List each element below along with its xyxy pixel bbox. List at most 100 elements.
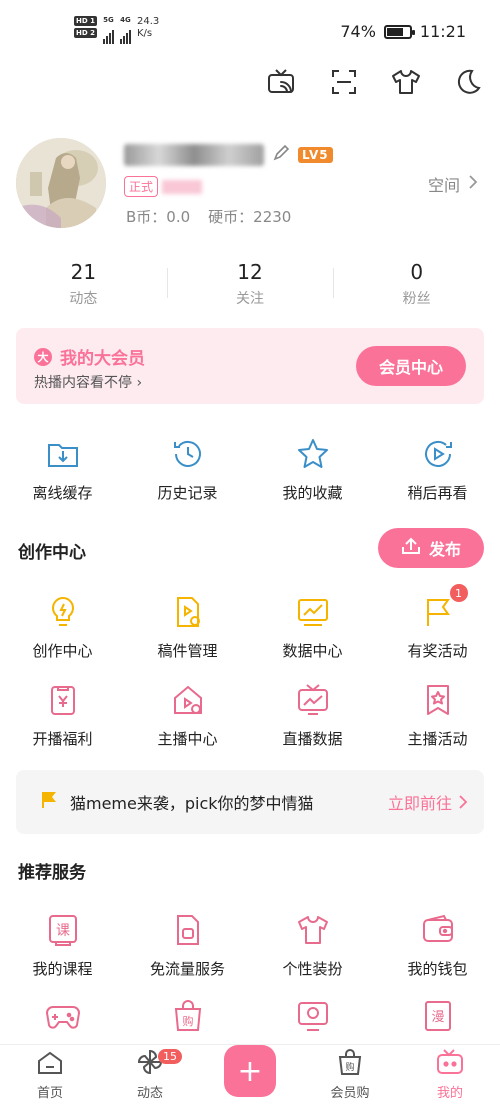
username-blurred [124, 144, 264, 166]
edit-pencil-icon[interactable] [272, 144, 290, 166]
quick-label: 历史记录 [157, 484, 218, 502]
shopping-bag-icon: 购 [168, 996, 208, 1036]
creation-label: 稿件管理 [157, 642, 218, 660]
banner-action-label: 立即前往 [387, 794, 452, 813]
comic-icon: 漫 [418, 996, 458, 1036]
moon-icon[interactable] [452, 64, 484, 100]
creation-center-item[interactable]: 创作中心 [0, 592, 125, 661]
quick-actions: 离线缓存 历史记录 我的收藏 稍后再看 [0, 434, 500, 503]
anchor-center-item[interactable]: 主播中心 [125, 680, 250, 749]
signal1-icon [102, 24, 114, 44]
promo-banner[interactable]: 猫meme来袭，pick你的梦中情猫 立即前往 [16, 770, 484, 834]
manuscript-item[interactable]: 稿件管理 [125, 592, 250, 661]
stat-fans[interactable]: 0 粉丝 [333, 260, 500, 308]
live-gift-icon [43, 680, 83, 720]
battery-percent: 74% [340, 22, 376, 41]
tv-cast-icon[interactable] [266, 64, 298, 100]
coin-count: 硬币：2230 [208, 208, 292, 226]
service-label: 免流量服务 [149, 960, 225, 978]
bulb-icon [43, 592, 83, 632]
monitor-item[interactable] [250, 996, 375, 1036]
download-folder-icon [43, 434, 83, 474]
space-label: 空间 [427, 176, 460, 195]
quick-favorites[interactable]: 我的收藏 [250, 434, 375, 503]
game-item[interactable] [0, 996, 125, 1036]
vip-title-text: 我的大会员 [60, 349, 145, 369]
vip-tag-blurred [162, 179, 203, 194]
creation-label: 创作中心 [32, 642, 93, 660]
speed-unit: K/s [136, 28, 153, 39]
services-row-2: 购 漫 [0, 996, 500, 1036]
my-course-item[interactable]: 课 我的课程 [0, 910, 125, 979]
live-data-icon [293, 680, 333, 720]
game-controller-icon [43, 996, 83, 1036]
chevron-right-icon [468, 174, 478, 194]
publish-button[interactable]: 发布 [378, 528, 484, 568]
net2-label: 4G [120, 16, 131, 24]
nav-home[interactable]: 首页 [0, 1045, 100, 1111]
creation-label: 主播中心 [157, 730, 218, 748]
nav-vip-shop[interactable]: 购 会员购 [300, 1045, 400, 1111]
nav-label: 会员购 [330, 1086, 370, 1101]
nav-label: 我的 [436, 1086, 463, 1101]
stat-label: 关注 [236, 291, 264, 307]
vip-status-badge: 正式 [124, 176, 203, 197]
scan-icon[interactable] [328, 64, 360, 100]
nav-badge: 15 [158, 1049, 182, 1064]
chevron-right-icon [459, 795, 468, 809]
shop-item[interactable]: 购 [125, 996, 250, 1036]
net1-label: 5G [103, 16, 114, 24]
vip-subtitle[interactable]: 热播内容看不停 › [34, 372, 142, 392]
nav-dynamic[interactable]: 15 动态 [100, 1045, 200, 1111]
nav-label: 动态 [136, 1086, 163, 1101]
svg-text:购: 购 [345, 1061, 354, 1073]
live-data-item[interactable]: 直播数据 [250, 680, 375, 749]
creation-label: 数据中心 [282, 642, 343, 660]
stat-following[interactable]: 12 关注 [166, 260, 334, 308]
stats-row: 21 动态 12 关注 0 粉丝 [0, 260, 500, 308]
history-clock-icon [168, 434, 208, 474]
battery-icon [383, 24, 415, 39]
wallet-item[interactable]: 我的钱包 [375, 910, 500, 979]
services-row-1: 课 我的课程 免流量服务 个性装扮 我的钱包 [0, 910, 500, 979]
data-center-item[interactable]: 数据中心 [250, 592, 375, 661]
stat-dynamic[interactable]: 21 动态 [0, 260, 167, 308]
status-bar: HD 1 HD 2 5G 4G 24.3 K/s 74% 11:21 [0, 0, 500, 60]
vip-center-button[interactable]: 会员中心 [356, 346, 466, 386]
nav-mine[interactable]: 我的 [400, 1045, 500, 1111]
free-data-item[interactable]: 免流量服务 [125, 910, 250, 979]
creation-label: 有奖活动 [407, 642, 468, 660]
live-welfare-item[interactable]: 开播福利 [0, 680, 125, 749]
tshirt-icon[interactable] [390, 64, 422, 100]
comic-item[interactable]: 漫 [375, 996, 500, 1036]
quick-history[interactable]: 历史记录 [125, 434, 250, 503]
top-toolbar [266, 64, 484, 100]
svg-text:课: 课 [56, 923, 70, 939]
quick-watch-later[interactable]: 稍后再看 [375, 434, 500, 503]
banner-action[interactable]: 立即前往 [388, 790, 468, 814]
level-badge: LV5 [298, 147, 333, 163]
vip-badge-icon: 大 [34, 347, 52, 366]
service-label: 我的课程 [32, 960, 93, 978]
creation-label: 直播数据 [282, 730, 343, 748]
reward-activity-item[interactable]: 1 有奖活动 [375, 584, 500, 661]
vip-card-title: 大 我的大会员 [34, 344, 145, 369]
nav-label: 首页 [36, 1086, 63, 1101]
watch-later-icon [418, 434, 458, 474]
anchor-home-icon [168, 680, 208, 720]
space-link[interactable]: 空间 [428, 172, 478, 196]
chart-board-icon [293, 592, 333, 632]
manuscript-icon [168, 592, 208, 632]
status-left: HD 1 HD 2 5G 4G 24.3 K/s [74, 16, 159, 44]
dress-up-item[interactable]: 个性装扮 [250, 910, 375, 979]
stat-number: 21 [70, 260, 97, 284]
username-row: LV5 [124, 140, 333, 170]
status-right: 74% 11:21 [340, 22, 466, 41]
anchor-event-item[interactable]: 主播活动 [375, 680, 500, 749]
svg-text:购: 购 [182, 1014, 193, 1028]
avatar[interactable] [16, 138, 106, 228]
nav-create[interactable]: + [200, 1045, 300, 1111]
quick-offline-cache[interactable]: 离线缓存 [0, 434, 125, 503]
vip-card[interactable]: 大 我的大会员 热播内容看不停 › 会员中心 [16, 328, 484, 404]
wallet-icon [418, 910, 458, 950]
